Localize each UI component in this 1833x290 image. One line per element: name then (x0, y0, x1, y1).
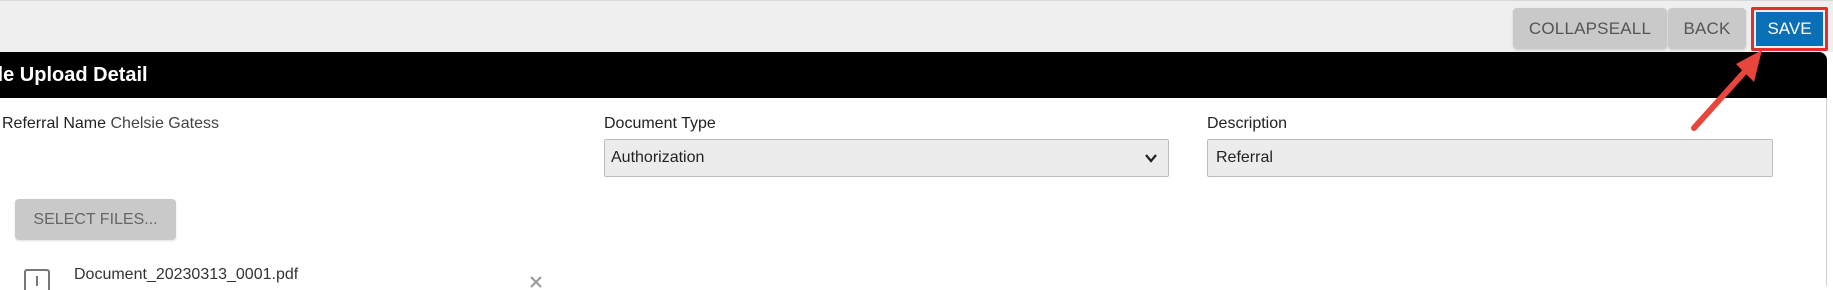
referral-name-value: Chelsie Gatess (110, 115, 219, 132)
file-list-item: Document_20230313_0001.pdf (74, 266, 298, 284)
save-button[interactable]: SAVE (1756, 12, 1823, 46)
panel-border (1826, 98, 1833, 286)
description-input[interactable]: Referral (1207, 139, 1773, 177)
file-name: Document_20230313_0001.pdf (74, 266, 299, 283)
description-label: Description (1207, 115, 1288, 132)
back-button[interactable]: BACK (1668, 8, 1746, 49)
panel-title: ile Upload Detail (0, 63, 148, 86)
panel-header: ile Upload Detail (0, 52, 1827, 98)
action-toolbar: COLLAPSEALL BACK SAVE (0, 0, 1833, 52)
collapse-all-button[interactable]: COLLAPSEALL (1513, 8, 1667, 49)
remove-file-icon[interactable] (529, 275, 543, 289)
select-files-button[interactable]: SELECT FILES... (15, 199, 176, 240)
description-value: Referral (1216, 149, 1273, 166)
referral-name-field: Referral Name Chelsie Gatess (2, 115, 219, 133)
annotation-arrow-icon (1691, 50, 1762, 131)
document-type-select[interactable]: Authorization (604, 139, 1169, 177)
document-type-label: Document Type (604, 115, 716, 132)
referral-name-label: Referral Name (2, 115, 107, 132)
document-type-value: Authorization (611, 149, 705, 166)
file-icon (24, 269, 50, 290)
chevron-down-icon (1145, 154, 1157, 163)
